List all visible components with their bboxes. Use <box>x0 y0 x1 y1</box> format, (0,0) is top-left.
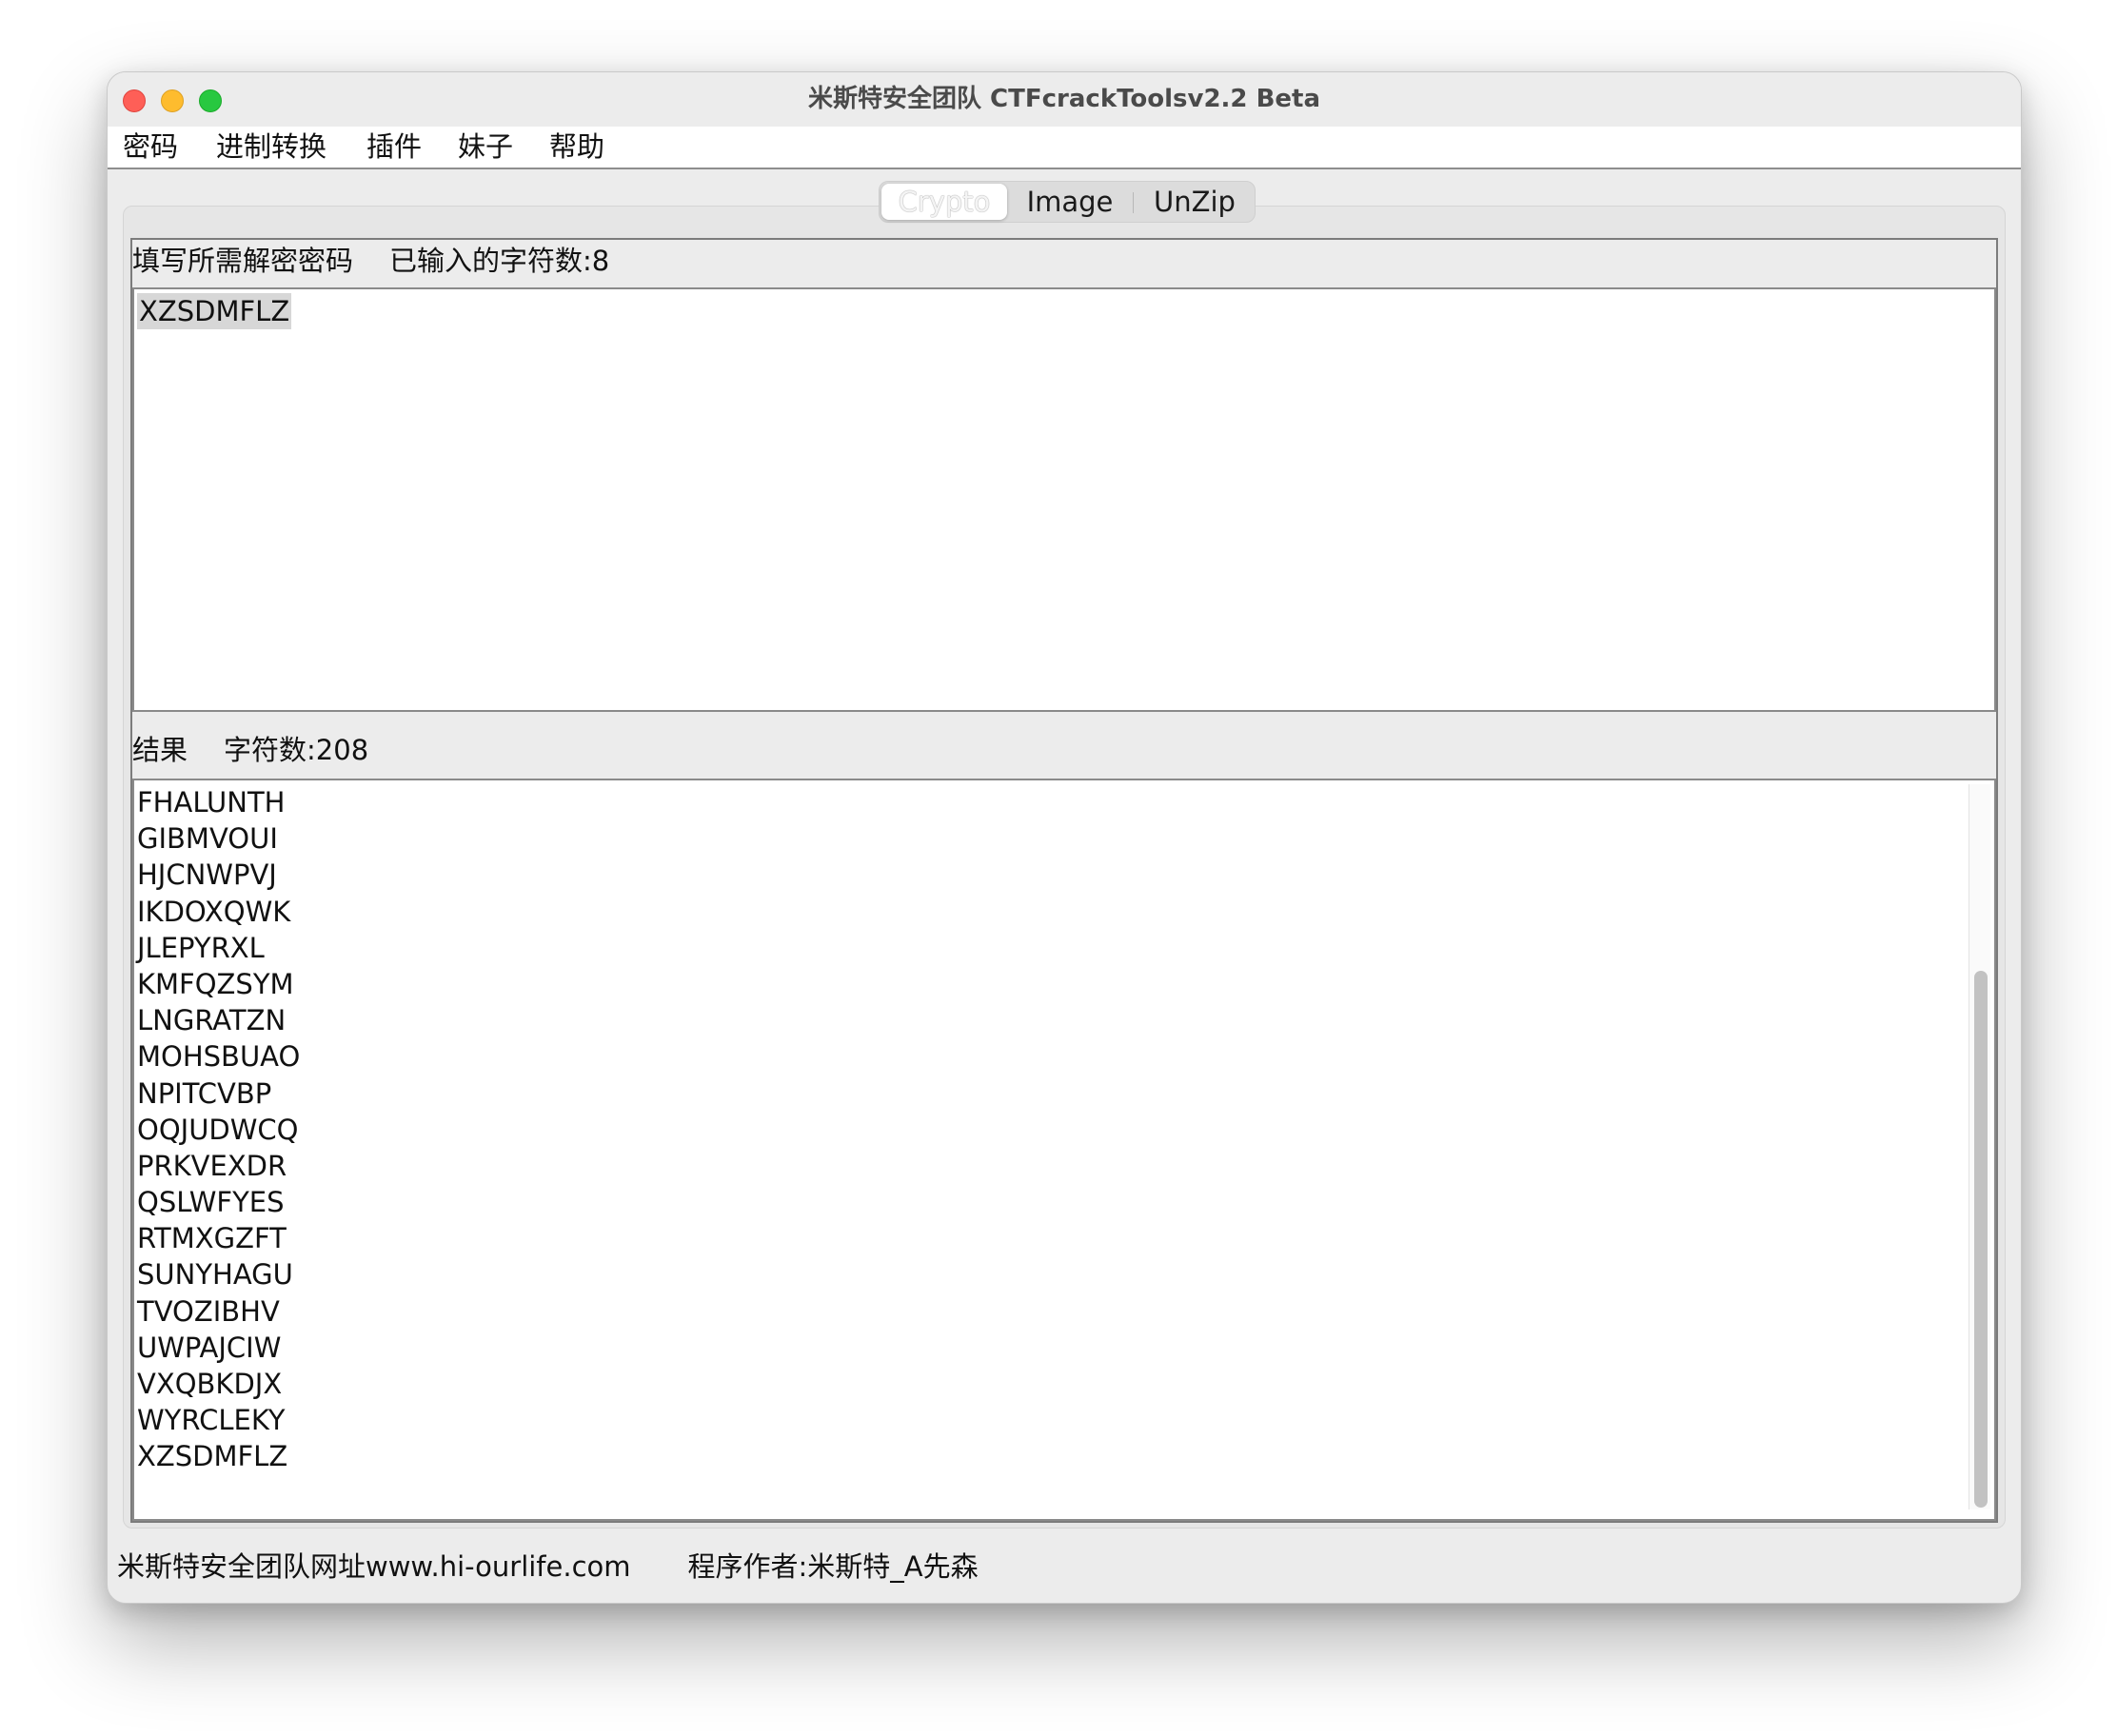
menu-help[interactable]: 帮助 <box>549 127 604 168</box>
input-label: 填写所需解密密码 <box>132 245 354 277</box>
input-char-count: 已输入的字符数:8 <box>389 245 610 277</box>
status-bar: 米斯特安全团队网址www.hi-ourlife.com 程序作者:米斯特_A先森 <box>108 1538 2021 1595</box>
title-bar[interactable]: 米斯特安全团队 CTFcrackToolsv2.2 Beta <box>108 72 2021 127</box>
password-input-area[interactable]: XZSDMFLZ <box>132 287 1996 712</box>
result-line: TVOZIBHV <box>137 1294 280 1328</box>
maximize-window-button[interactable] <box>199 89 222 112</box>
password-input-value: XZSDMFLZ <box>137 293 292 329</box>
team-website-text: 米斯特安全团队网址www.hi-ourlife.com <box>117 1550 631 1583</box>
menu-crypto[interactable]: 密码 <box>123 127 178 168</box>
tab-bar: Crypto Image UnZip <box>108 179 2021 227</box>
window-title: 米斯特安全团队 CTFcrackToolsv2.2 Beta <box>808 85 1320 113</box>
result-line: PRKVEXDR <box>137 1149 287 1182</box>
author-text: 程序作者:米斯特_A先森 <box>687 1550 979 1583</box>
segmented-tabs: Crypto Image UnZip <box>879 181 1256 223</box>
result-line: QSLWFYES <box>137 1186 285 1219</box>
menu-base-conversion[interactable]: 进制转换 <box>216 127 326 168</box>
result-line: UWPAJCIW <box>137 1331 282 1364</box>
result-section-header: 结果 字符数:208 <box>132 729 405 771</box>
result-label: 结果 <box>132 734 188 766</box>
tab-crypto[interactable]: Crypto <box>881 184 1007 220</box>
menu-bar: 密码 进制转换 插件 妹子 帮助 <box>108 127 2021 169</box>
result-scrollbar-thumb[interactable] <box>1974 971 1988 1508</box>
tab-separator <box>1133 192 1134 213</box>
tab-unzip[interactable]: UnZip <box>1138 182 1251 222</box>
result-output-area[interactable]: FHALUNTH GIBMVOUI HJCNWPVJ IKDOXQWK JLEP… <box>132 779 1996 1521</box>
result-line: GIBMVOUI <box>137 822 278 856</box>
result-line: IKDOXQWK <box>137 895 291 928</box>
result-list: FHALUNTH GIBMVOUI HJCNWPVJ IKDOXQWK JLEP… <box>137 784 300 1475</box>
menu-girls[interactable]: 妹子 <box>458 127 513 168</box>
result-line: OQJUDWCQ <box>137 1113 299 1146</box>
result-char-count: 字符数:208 <box>224 734 369 766</box>
result-line: LNGRATZN <box>137 1004 287 1037</box>
result-line: JLEPYRXL <box>137 931 265 964</box>
result-line: VXQBKDJX <box>137 1368 283 1400</box>
result-scrollbar[interactable] <box>1969 784 1990 1509</box>
result-line: FHALUNTH <box>137 786 286 819</box>
result-line: WYRCLEKY <box>137 1404 286 1437</box>
tab-image[interactable]: Image <box>1013 182 1127 222</box>
result-line: XZSDMFLZ <box>137 1440 288 1473</box>
input-section-header: 填写所需解密密码 已输入的字符数:8 <box>132 240 645 282</box>
split-pane: 填写所需解密密码 已输入的字符数:8 XZSDMFLZ 结果 字符数:208 FHA… <box>130 238 1998 1523</box>
result-line: MOHSBUAO <box>137 1040 301 1074</box>
app-window: 米斯特安全团队 CTFcrackToolsv2.2 Beta 密码 进制转换 插… <box>107 71 2022 1604</box>
result-line: SUNYHAGU <box>137 1258 293 1292</box>
minimize-window-button[interactable] <box>161 89 184 112</box>
result-line: HJCNWPVJ <box>137 858 277 892</box>
result-line: RTMXGZFT <box>137 1222 287 1255</box>
result-line: NPITCVBP <box>137 1076 272 1110</box>
close-window-button[interactable] <box>123 89 146 112</box>
menu-plugins[interactable]: 插件 <box>366 127 422 168</box>
result-line: KMFQZSYM <box>137 967 294 1000</box>
